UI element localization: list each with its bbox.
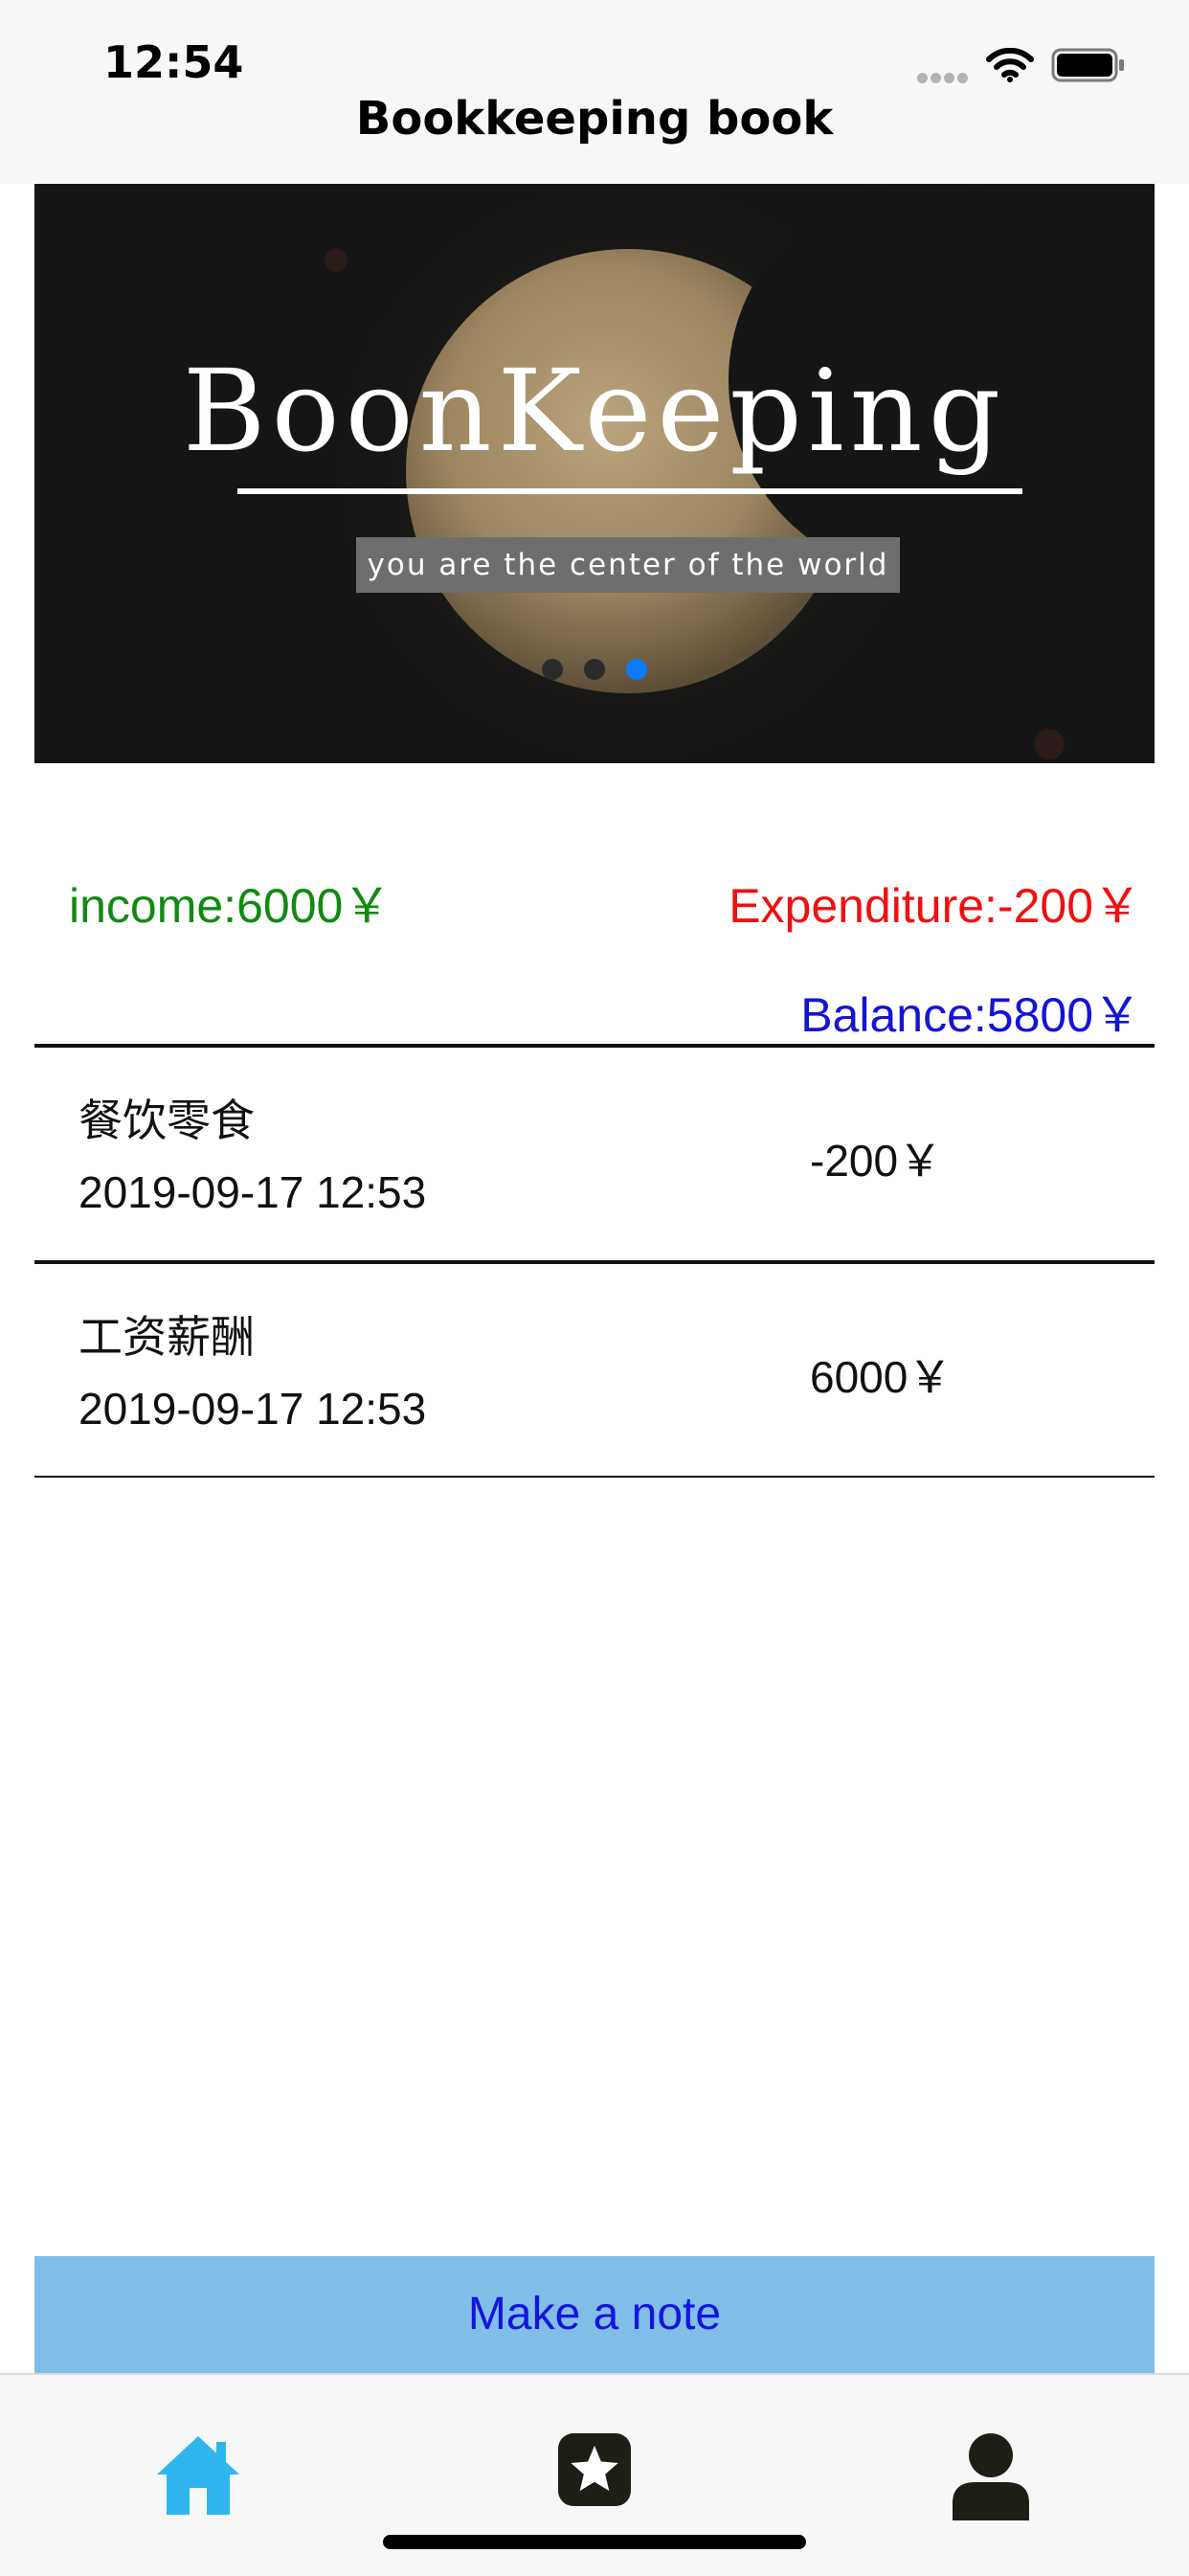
balance-summary: Balance:5800￥ (800, 988, 1141, 1042)
banner-underline (237, 488, 1022, 494)
record-amount: -200￥ (810, 1136, 943, 1186)
battery-icon (1051, 48, 1124, 82)
expenditure-summary: Expenditure:-200￥ (729, 879, 1141, 933)
page-dot-2[interactable] (584, 659, 605, 680)
row-divider (34, 1260, 1155, 1264)
home-icon[interactable] (153, 2432, 243, 2517)
banner-carousel[interactable]: BoonKeeping you are the center of the wo… (34, 184, 1155, 763)
page-indicator[interactable] (34, 659, 1155, 685)
summary-divider (34, 1044, 1155, 1048)
page-title: Bookkeeping book (355, 92, 834, 146)
record-category: 工资薪酬 (79, 1312, 255, 1362)
status-bar: 12:54 (0, 0, 1189, 105)
status-time: 12:54 (103, 36, 244, 88)
home-indicator (383, 2535, 806, 2549)
row-divider (34, 1476, 1155, 1478)
income-summary: income:6000￥ (69, 879, 392, 933)
page-dot-1[interactable] (541, 659, 563, 680)
person-icon[interactable] (951, 2432, 1031, 2520)
banner-subtitle: you are the center of the world (356, 537, 900, 593)
record-category: 餐饮零食 (79, 1096, 255, 1145)
star-icon[interactable] (557, 2432, 632, 2507)
make-note-button[interactable]: Make a note (34, 2256, 1155, 2373)
signal-dots-icon (917, 71, 971, 88)
record-time: 2019-09-17 12:53 (79, 1384, 427, 1434)
page-dot-3[interactable] (626, 659, 648, 680)
record-amount: 6000￥ (810, 1352, 953, 1402)
banner-title: BoonKeeping (182, 345, 1007, 477)
record-time: 2019-09-17 12:53 (79, 1167, 427, 1217)
wifi-icon (986, 48, 1034, 82)
